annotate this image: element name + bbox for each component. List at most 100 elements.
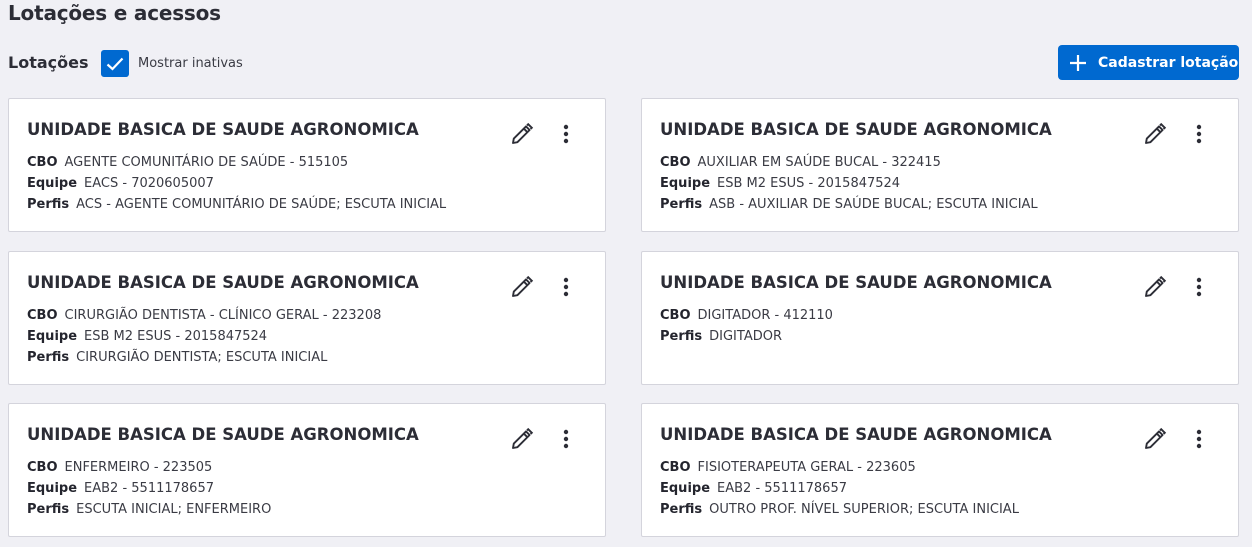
card-title: UNIDADE BASICA DE SAUDE AGRONOMICA — [660, 425, 1052, 444]
card-details: CBO CIRURGIÃO DENTISTA - CLÍNICO GERAL - … — [27, 305, 381, 368]
cbo-value: DIGITADOR - 412110 — [697, 308, 833, 323]
perfis-row: Perfis CIRURGIÃO DENTISTA; ESCUTA INICIAL — [27, 347, 381, 368]
pencil-icon — [512, 427, 534, 449]
more-vertical-icon — [563, 124, 569, 144]
perfis-row: Perfis ESCUTA INICIAL; ENFERMEIRO — [27, 499, 271, 520]
card-title: UNIDADE BASICA DE SAUDE AGRONOMICA — [660, 273, 1052, 292]
show-inactive-toggle[interactable]: Mostrar inativas — [101, 50, 243, 77]
more-options-button[interactable] — [1183, 271, 1215, 303]
edit-button[interactable] — [506, 271, 538, 303]
more-vertical-icon — [1196, 277, 1202, 297]
cbo-value: CIRURGIÃO DENTISTA - CLÍNICO GERAL - 223… — [64, 308, 382, 323]
card-title: UNIDADE BASICA DE SAUDE AGRONOMICA — [27, 273, 419, 292]
perfis-value: ASB - AUXILIAR DE SAÚDE BUCAL; ESCUTA IN… — [709, 197, 1038, 212]
cbo-label: CBO — [660, 155, 691, 170]
equipe-label: Equipe — [27, 329, 78, 344]
perfis-value: ACS - AGENTE COMUNITÁRIO DE SAÚDE; ESCUT… — [76, 197, 447, 212]
cbo-label: CBO — [27, 308, 58, 323]
card-title: UNIDADE BASICA DE SAUDE AGRONOMICA — [660, 120, 1052, 139]
lotacao-card: UNIDADE BASICA DE SAUDE AGRONOMICA CBO FIS… — [641, 403, 1239, 537]
check-icon — [106, 57, 124, 71]
card-details: CBO AUXILIAR EM SAÚDE BUCAL - 322415 Equip… — [660, 152, 1038, 215]
equipe-row: Equipe ESB M2 ESUS - 2015847524 — [27, 326, 381, 347]
more-options-button[interactable] — [1183, 423, 1215, 455]
show-inactive-checkbox[interactable] — [101, 50, 129, 77]
cbo-row: CBO FISIOTERAPEUTA GERAL - 223605 — [660, 457, 1019, 478]
cbo-label: CBO — [27, 155, 58, 170]
more-vertical-icon — [1196, 429, 1202, 449]
perfis-row: Perfis ACS - AGENTE COMUNITÁRIO DE SAÚDE;… — [27, 194, 446, 215]
equipe-label: Equipe — [660, 176, 711, 191]
perfis-value: OUTRO PROF. NÍVEL SUPERIOR; ESCUTA INICI… — [709, 502, 1019, 517]
perfis-row: Perfis ASB - AUXILIAR DE SAÚDE BUCAL; ESC… — [660, 194, 1038, 215]
edit-button[interactable] — [1139, 271, 1171, 303]
cbo-row: CBO CIRURGIÃO DENTISTA - CLÍNICO GERAL - … — [27, 305, 381, 326]
card-details: CBO DIGITADOR - 412110 Perfis DIGITADOR — [660, 305, 833, 347]
cbo-row: CBO ENFERMEIRO - 223505 — [27, 457, 271, 478]
perfis-label: Perfis — [660, 197, 703, 212]
equipe-row: Equipe EAB2 - 5511178657 — [660, 478, 1019, 499]
pencil-icon — [1145, 275, 1167, 297]
cbo-row: CBO DIGITADOR - 412110 — [660, 305, 833, 326]
equipe-row: Equipe EAB2 - 5511178657 — [27, 478, 271, 499]
cbo-value: AUXILIAR EM SAÚDE BUCAL - 322415 — [697, 155, 941, 170]
equipe-row: Equipe EACS - 7020605007 — [27, 173, 446, 194]
equipe-label: Equipe — [27, 176, 78, 191]
perfis-label: Perfis — [660, 329, 703, 344]
more-options-button[interactable] — [550, 271, 582, 303]
edit-button[interactable] — [1139, 423, 1171, 455]
equipe-value: ESB M2 ESUS - 2015847524 — [84, 329, 268, 344]
cbo-label: CBO — [660, 460, 691, 475]
cbo-value: AGENTE COMUNITÁRIO DE SAÚDE - 515105 — [64, 155, 349, 170]
perfis-label: Perfis — [660, 502, 703, 517]
more-options-button[interactable] — [1183, 118, 1215, 150]
cbo-row: CBO AUXILIAR EM SAÚDE BUCAL - 322415 — [660, 152, 1038, 173]
edit-button[interactable] — [506, 118, 538, 150]
more-options-button[interactable] — [550, 423, 582, 455]
card-title: UNIDADE BASICA DE SAUDE AGRONOMICA — [27, 425, 419, 444]
card-title: UNIDADE BASICA DE SAUDE AGRONOMICA — [27, 120, 419, 139]
perfis-row: Perfis OUTRO PROF. NÍVEL SUPERIOR; ESCUTA… — [660, 499, 1019, 520]
edit-button[interactable] — [1139, 118, 1171, 150]
perfis-label: Perfis — [27, 197, 70, 212]
show-inactive-label: Mostrar inativas — [138, 56, 243, 71]
equipe-row: Equipe ESB M2 ESUS - 2015847524 — [660, 173, 1038, 194]
equipe-label: Equipe — [660, 481, 711, 496]
more-vertical-icon — [563, 277, 569, 297]
plus-icon — [1070, 54, 1086, 71]
lotacao-card: UNIDADE BASICA DE SAUDE AGRONOMICA CBO ENF… — [8, 403, 606, 537]
more-vertical-icon — [1196, 124, 1202, 144]
cbo-label: CBO — [660, 308, 691, 323]
equipe-value: EAB2 - 5511178657 — [84, 481, 214, 496]
pencil-icon — [1145, 122, 1167, 144]
equipe-value: EAB2 - 5511178657 — [717, 481, 847, 496]
more-vertical-icon — [563, 429, 569, 449]
perfis-value: ESCUTA INICIAL; ENFERMEIRO — [76, 502, 272, 517]
add-lotacao-button[interactable]: Cadastrar lotação — [1058, 45, 1239, 80]
cbo-value: ENFERMEIRO - 223505 — [64, 460, 213, 475]
lotacao-card: UNIDADE BASICA DE SAUDE AGRONOMICA CBO AUX… — [641, 98, 1239, 232]
cbo-label: CBO — [27, 460, 58, 475]
card-details: CBO ENFERMEIRO - 223505 Equipe EAB2 - 55111… — [27, 457, 271, 520]
perfis-label: Perfis — [27, 350, 70, 365]
lotacao-card: UNIDADE BASICA DE SAUDE AGRONOMICA CBO DIG… — [641, 251, 1239, 385]
cbo-row: CBO AGENTE COMUNITÁRIO DE SAÚDE - 515105 — [27, 152, 446, 173]
lotacao-card: UNIDADE BASICA DE SAUDE AGRONOMICA CBO AGE… — [8, 98, 606, 232]
perfis-value: CIRURGIÃO DENTISTA; ESCUTA INICIAL — [76, 350, 328, 365]
edit-button[interactable] — [506, 423, 538, 455]
equipe-label: Equipe — [27, 481, 78, 496]
page-title: Lotações e acessos — [8, 1, 221, 25]
section-title: Lotações — [8, 53, 89, 72]
card-details: CBO AGENTE COMUNITÁRIO DE SAÚDE - 515105 E… — [27, 152, 446, 215]
lotacao-card: UNIDADE BASICA DE SAUDE AGRONOMICA CBO CIR… — [8, 251, 606, 385]
card-details: CBO FISIOTERAPEUTA GERAL - 223605 Equipe EA… — [660, 457, 1019, 520]
perfis-row: Perfis DIGITADOR — [660, 326, 833, 347]
equipe-value: ESB M2 ESUS - 2015847524 — [717, 176, 901, 191]
perfis-label: Perfis — [27, 502, 70, 517]
pencil-icon — [512, 122, 534, 144]
pencil-icon — [512, 275, 534, 297]
more-options-button[interactable] — [550, 118, 582, 150]
add-lotacao-label: Cadastrar lotação — [1098, 54, 1239, 71]
perfis-value: DIGITADOR — [709, 329, 782, 344]
equipe-value: EACS - 7020605007 — [84, 176, 214, 191]
